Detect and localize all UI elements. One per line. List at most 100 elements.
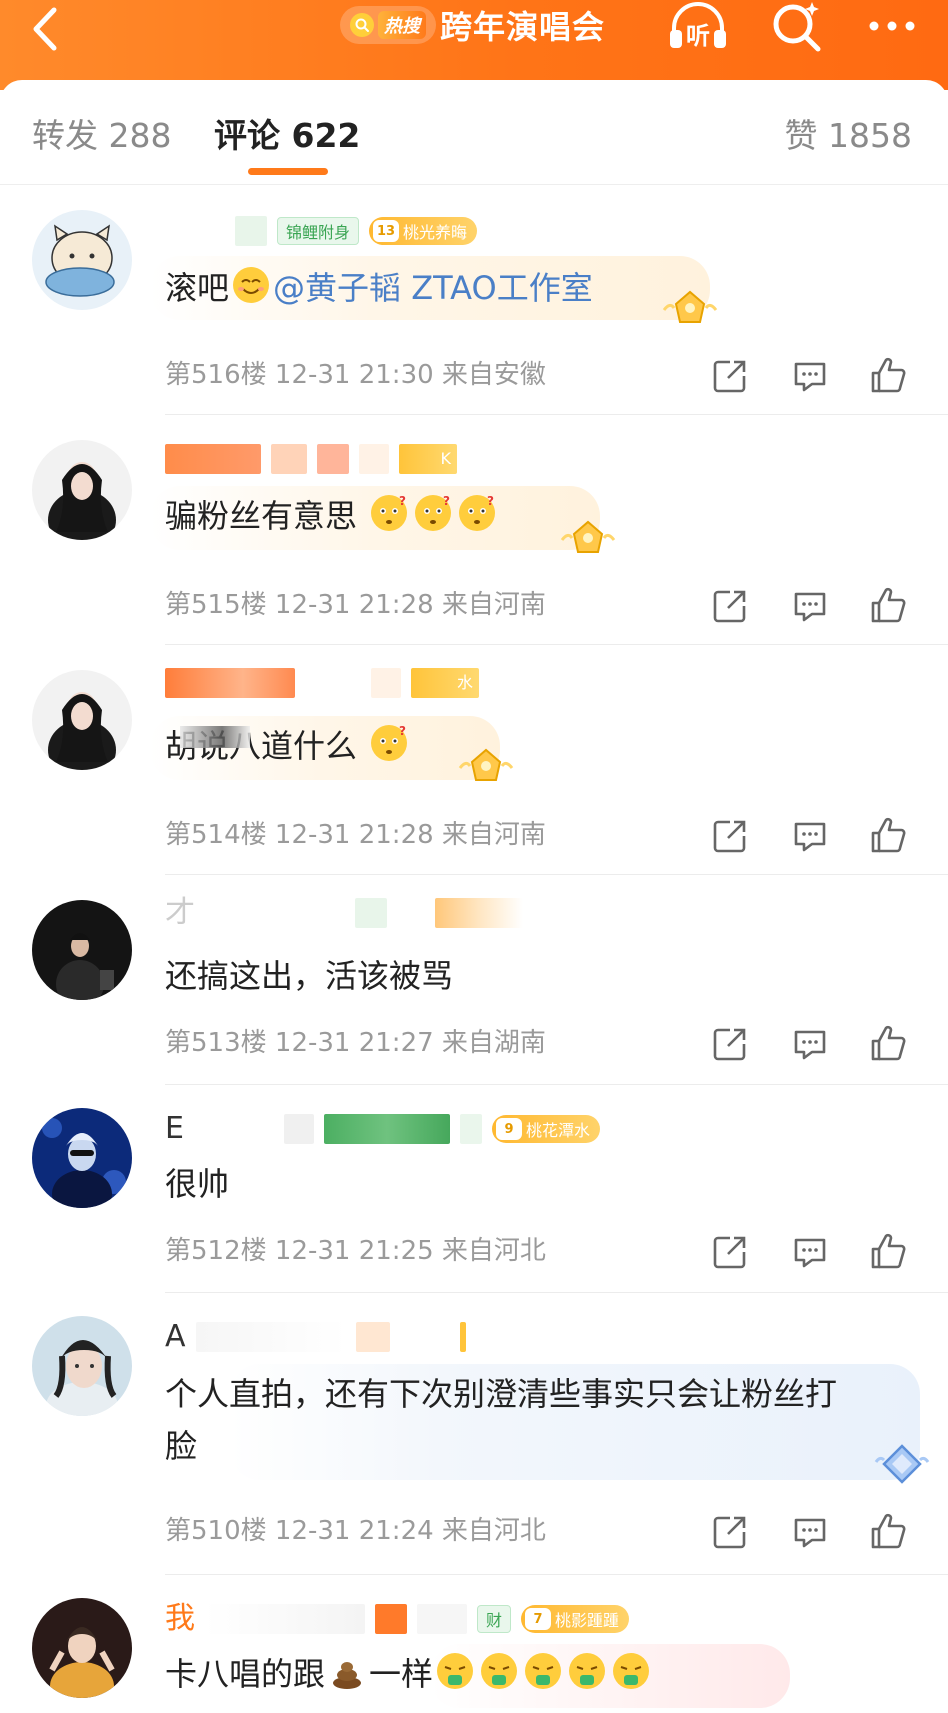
- like-button[interactable]: [868, 1232, 908, 1272]
- share-button[interactable]: [710, 1232, 750, 1272]
- vomit-emoji-icon: [481, 1653, 518, 1689]
- hot-search-tag[interactable]: 热搜: [340, 6, 436, 44]
- comment-actions: [688, 816, 948, 856]
- share-button[interactable]: [710, 356, 750, 396]
- share-button[interactable]: [710, 1024, 750, 1064]
- comment-divider: [165, 1084, 948, 1085]
- comment-time: 12-31 21:30: [274, 360, 434, 390]
- username-redacted: [355, 898, 387, 928]
- share-button[interactable]: [710, 586, 750, 626]
- user-title-badge: 锦鲤附身: [277, 217, 360, 245]
- username-redacted: [165, 216, 225, 246]
- avatar[interactable]: [32, 1108, 132, 1208]
- vomit-emoji-icon: [569, 1653, 606, 1689]
- username-row[interactable]: A: [165, 1320, 466, 1354]
- like-button[interactable]: [868, 1024, 908, 1064]
- fan-badge-label: 桃花潭水: [525, 1121, 590, 1140]
- share-icon: [713, 590, 746, 623]
- comment-divider: [165, 414, 948, 415]
- like-button[interactable]: [868, 586, 908, 626]
- back-button[interactable]: [22, 4, 72, 54]
- like-button[interactable]: [868, 816, 908, 856]
- active-tab-indicator: [248, 168, 328, 175]
- comment-text-prefix: 卡八唱的跟: [165, 1655, 326, 1693]
- comment-divider: [165, 1292, 948, 1293]
- username-row[interactable]: 锦鲤附身 13 桃光养晦: [165, 214, 478, 248]
- username-redacted: [355, 1322, 390, 1352]
- share-icon: [713, 1028, 746, 1061]
- comment-divider: [165, 1574, 948, 1575]
- vomit-emoji-icon: [613, 1653, 650, 1689]
- search-button[interactable]: [768, 0, 826, 54]
- username-row[interactable]: 水: [165, 666, 479, 700]
- comment-divider: [165, 644, 948, 645]
- avatar[interactable]: [32, 440, 132, 540]
- share-button[interactable]: [710, 816, 750, 856]
- vomit-emoji-icon: [437, 1653, 474, 1689]
- username-row[interactable]: E 9 桃花潭水: [165, 1112, 600, 1146]
- reply-button[interactable]: [790, 356, 830, 396]
- comment-location: 来自湖南: [441, 1028, 546, 1058]
- reply-button[interactable]: [790, 1024, 830, 1064]
- reply-button[interactable]: [790, 816, 830, 856]
- reply-button[interactable]: [790, 586, 830, 626]
- fan-badge-label: 桃影踵踵: [555, 1611, 620, 1630]
- floor-number: 第514楼: [165, 820, 267, 850]
- comment-text: 很帅: [165, 1158, 229, 1210]
- tab-comment[interactable]: 评论 622: [214, 116, 360, 156]
- comment-text: 卡八唱的跟 一样: [165, 1648, 653, 1700]
- reply-icon: [794, 1518, 826, 1548]
- comment-text-mid: 一样: [369, 1655, 434, 1693]
- username-initial: 我: [165, 1601, 195, 1636]
- username-redacted: [193, 1114, 274, 1144]
- smile-emoji-icon: [233, 267, 270, 303]
- like-button[interactable]: [868, 1512, 908, 1552]
- comment-text-body: 还搞这出，活该被骂: [165, 957, 454, 995]
- listen-button[interactable]: 听: [666, 0, 730, 54]
- avatar[interactable]: [32, 900, 132, 1000]
- comment-time: 12-31 21:28: [274, 820, 434, 850]
- comment-text: 骗粉丝有意思 ???: [165, 490, 499, 542]
- username-row[interactable]: K: [165, 442, 457, 476]
- fan-level-number: 9: [495, 1118, 522, 1140]
- avatar[interactable]: [32, 1598, 132, 1698]
- reply-button[interactable]: [790, 1512, 830, 1552]
- avatar[interactable]: [32, 670, 132, 770]
- like-button[interactable]: [868, 356, 908, 396]
- username-initial: 才: [165, 895, 195, 930]
- vomit-emoji-icon: [525, 1653, 562, 1689]
- floor-number: 第515楼: [165, 590, 267, 620]
- svg-text:听: 听: [686, 22, 710, 50]
- tab-likes[interactable]: 赞 1858: [785, 116, 912, 156]
- fan-badge-redacted: 水: [411, 668, 479, 698]
- avatar[interactable]: [32, 1316, 132, 1416]
- like-icon: [871, 357, 906, 393]
- reply-button[interactable]: [790, 1232, 830, 1272]
- fan-badge-redacted: K: [399, 444, 457, 474]
- floor-number: 第513楼: [165, 1028, 267, 1058]
- tab-likes-count: 1858: [828, 116, 912, 155]
- comment-location: 来自河南: [441, 590, 546, 620]
- mention-link[interactable]: @黄子韬 ZTAO工作室: [273, 269, 593, 307]
- username-row[interactable]: 才: [165, 896, 523, 930]
- username-row[interactable]: 我 财 7 桃影踵踵: [165, 1601, 630, 1636]
- username-initial: E: [165, 1111, 184, 1146]
- reply-icon: [794, 592, 826, 622]
- avatar[interactable]: [32, 210, 132, 310]
- comment-actions: [688, 1512, 948, 1552]
- fan-level-badge: 9 桃花潭水: [491, 1115, 600, 1143]
- svg-text:?: ?: [399, 724, 406, 738]
- listen-icon: 听: [670, 2, 726, 50]
- username-redacted: [399, 1322, 450, 1352]
- more-button[interactable]: [862, 0, 922, 54]
- confused-emoji-icon: ?: [415, 494, 452, 531]
- back-icon: [33, 7, 57, 51]
- share-button[interactable]: [710, 1512, 750, 1552]
- username-redacted: [165, 668, 295, 698]
- tab-repost[interactable]: 转发 288: [32, 116, 172, 156]
- more-icon: [869, 21, 915, 31]
- crown-icon: [458, 748, 514, 781]
- tab-comment-label: 评论: [214, 116, 280, 155]
- comment-meta: 第516楼 12-31 21:30 来自安徽: [165, 358, 546, 392]
- svg-text:?: ?: [487, 494, 494, 508]
